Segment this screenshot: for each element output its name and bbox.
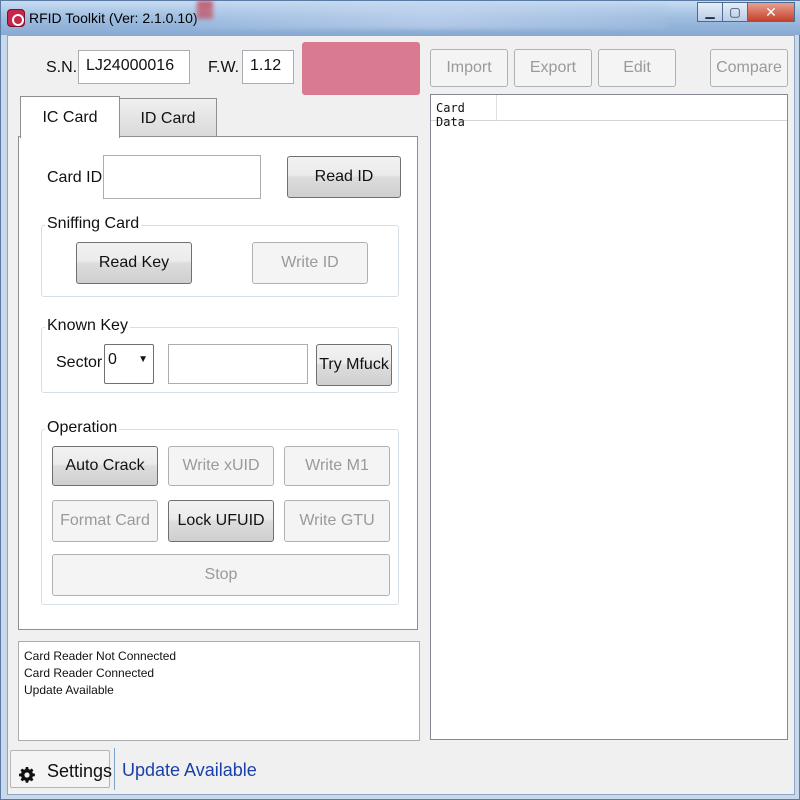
sector-value: 0: [108, 351, 117, 368]
card-data-column-header[interactable]: Card Data: [431, 95, 497, 129]
read-key-button[interactable]: Read Key: [76, 242, 192, 284]
settings-label: Settings: [47, 761, 113, 781]
sector-label: Sector: [56, 354, 103, 371]
sn-label: S.N.: [46, 59, 78, 76]
sn-field[interactable]: LJ24000016: [78, 50, 190, 84]
sniffing-card-title: Sniffing Card: [45, 215, 142, 233]
maximize-button[interactable]: ▢: [722, 2, 748, 22]
operation-title: Operation: [45, 419, 120, 437]
window-controls: ▁ ▢ ✕: [697, 2, 795, 22]
card-id-label: Card ID: [47, 169, 103, 186]
window-title: RFID Toolkit (Ver: 2.1.0.10): [29, 10, 198, 26]
sniffing-card-group: Read Key Write ID: [41, 225, 399, 297]
edit-button[interactable]: Edit: [598, 49, 676, 87]
fw-field[interactable]: 1.12: [242, 50, 294, 84]
write-m1-button[interactable]: Write M1: [284, 446, 390, 486]
try-mfuck-button[interactable]: Try Mfuck: [316, 344, 392, 386]
compare-button[interactable]: Compare: [710, 49, 788, 87]
card-id-field[interactable]: [103, 155, 261, 199]
lock-ufuid-button[interactable]: Lock UFUID: [168, 500, 274, 542]
log-line: Card Reader Not Connected: [24, 649, 177, 663]
write-id-button[interactable]: Write ID: [252, 242, 368, 284]
operation-group: Auto Crack Write xUID Write M1 Format Ca…: [41, 429, 399, 605]
tab-ic-card[interactable]: IC Card: [20, 96, 120, 138]
chevron-down-icon: ▼: [138, 354, 148, 365]
minimize-button[interactable]: ▁: [697, 2, 723, 22]
rfid-app-icon: [7, 9, 25, 27]
close-button[interactable]: ✕: [747, 2, 795, 22]
card-data-header: Card Data: [431, 95, 787, 129]
fw-label: F.W.: [208, 59, 240, 76]
title-bar[interactable]: RFID Toolkit (Ver: 2.1.0.10) ▁ ▢ ✕: [1, 1, 800, 35]
export-button[interactable]: Export: [514, 49, 592, 87]
card-data-panel[interactable]: Card Data: [430, 94, 788, 740]
log-line: Card Reader Connected: [24, 666, 155, 680]
ic-card-panel: Card ID Read ID Read Key Write ID Sniffi…: [18, 136, 418, 630]
settings-button[interactable]: Settings: [10, 750, 113, 788]
format-card-button[interactable]: Format Card: [52, 500, 158, 542]
connection-indicator: [302, 42, 420, 95]
known-key-title: Known Key: [45, 317, 130, 335]
gear-icon: [19, 767, 35, 783]
log-line: Update Available: [24, 683, 114, 697]
import-button[interactable]: Import: [430, 49, 508, 87]
status-message: Update Available: [122, 760, 257, 780]
stop-button[interactable]: Stop: [52, 554, 390, 596]
key-input[interactable]: [168, 344, 308, 384]
client-area: S.N. LJ24000016 F.W. 1.12 Import Export …: [7, 35, 795, 795]
write-xuid-button[interactable]: Write xUID: [168, 446, 274, 486]
log-box[interactable]: Card Reader Not Connected Card Reader Co…: [18, 641, 420, 741]
known-key-group: Sector 0 ▼ Try Mfuck: [41, 327, 399, 393]
write-gtu-button[interactable]: Write GTU: [284, 500, 390, 542]
title-bar-blur: [196, 5, 666, 29]
tab-id-card[interactable]: ID Card: [119, 98, 217, 138]
sector-select[interactable]: 0 ▼: [104, 344, 154, 384]
read-id-button[interactable]: Read ID: [287, 156, 401, 198]
auto-crack-button[interactable]: Auto Crack: [52, 446, 158, 486]
status-bar: Settings Update Available: [8, 744, 794, 794]
status-separator: [114, 748, 115, 790]
app-window: RFID Toolkit (Ver: 2.1.0.10) ▁ ▢ ✕ S.N. …: [0, 0, 800, 800]
